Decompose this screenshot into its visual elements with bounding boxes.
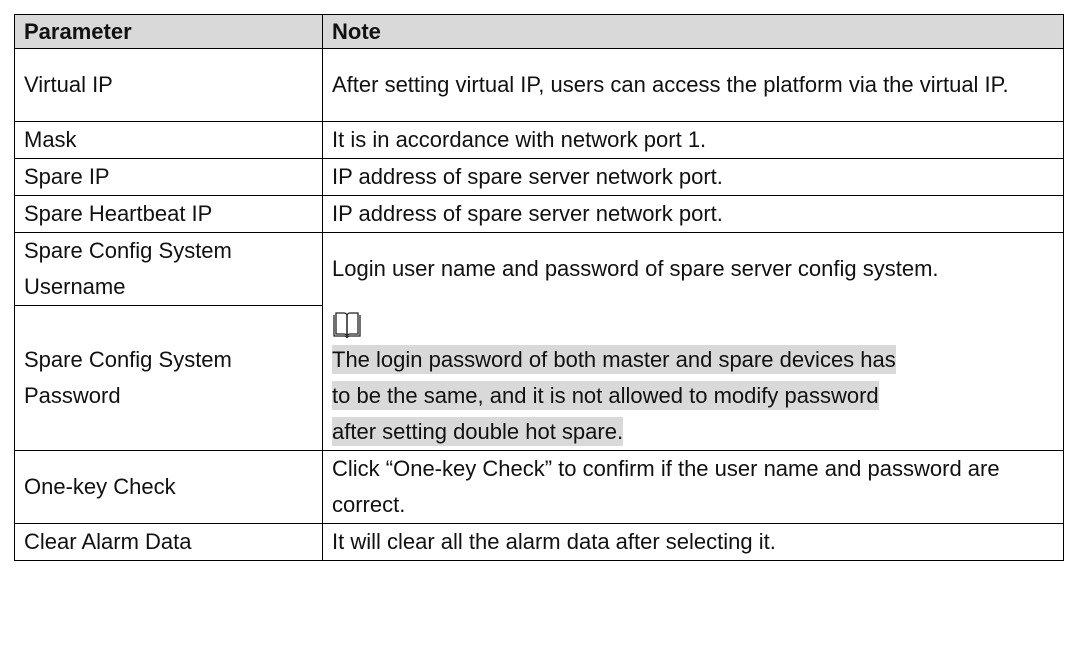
header-parameter: Parameter bbox=[14, 14, 323, 49]
note-line: after setting double hot spare. bbox=[332, 414, 1053, 450]
parameter-cell: Clear Alarm Data bbox=[14, 523, 323, 561]
document-page: Parameter Note Virtual IP After setting … bbox=[0, 0, 1077, 646]
note-cell: IP address of spare server network port. bbox=[322, 195, 1064, 233]
book-icon bbox=[332, 310, 362, 340]
parameter-cell: Spare Heartbeat IP bbox=[14, 195, 323, 233]
table-row: One-key Check Click “One-key Check” to c… bbox=[14, 450, 1064, 524]
note-line: to be the same, and it is not allowed to… bbox=[332, 378, 1053, 414]
parameter-cell: Spare Config System Password bbox=[14, 305, 323, 451]
parameter-cell: One-key Check bbox=[14, 450, 323, 524]
table-row: Mask It is in accordance with network po… bbox=[14, 121, 1064, 159]
note-cell: IP address of spare server network port. bbox=[322, 158, 1064, 196]
parameter-cell: Virtual IP bbox=[14, 48, 323, 122]
note-cell: It is in accordance with network port 1. bbox=[322, 121, 1064, 159]
table-row: Spare IP IP address of spare server netw… bbox=[14, 158, 1064, 196]
parameter-cell: Spare Config System Username bbox=[14, 232, 323, 306]
header-note: Note bbox=[322, 14, 1064, 49]
parameter-cell: Spare IP bbox=[14, 158, 323, 196]
table-row: Spare Config System Username Login user … bbox=[14, 232, 1064, 306]
highlighted-text: to be the same, and it is not allowed to… bbox=[332, 380, 879, 410]
parameter-cell: Mask bbox=[14, 121, 323, 159]
parameter-table: Parameter Note Virtual IP After setting … bbox=[14, 14, 1064, 561]
highlighted-text: after setting double hot spare. bbox=[332, 416, 624, 446]
note-cell: It will clear all the alarm data after s… bbox=[322, 523, 1064, 561]
note-cell: Click “One-key Check” to confirm if the … bbox=[322, 450, 1064, 524]
note-cell: Login user name and password of spare se… bbox=[322, 232, 1064, 306]
note-cell: The login password of both master and sp… bbox=[322, 305, 1064, 451]
table-row: Spare Heartbeat IP IP address of spare s… bbox=[14, 195, 1064, 233]
note-cell: After setting virtual IP, users can acce… bbox=[322, 48, 1064, 122]
table-header-row: Parameter Note bbox=[14, 14, 1064, 49]
table-row: Virtual IP After setting virtual IP, use… bbox=[14, 48, 1064, 122]
highlighted-text: The login password of both master and sp… bbox=[332, 344, 896, 374]
note-line: The login password of both master and sp… bbox=[332, 342, 1053, 378]
table-row: Clear Alarm Data It will clear all the a… bbox=[14, 523, 1064, 561]
table-row: Spare Config System Password The login p… bbox=[14, 305, 1064, 451]
